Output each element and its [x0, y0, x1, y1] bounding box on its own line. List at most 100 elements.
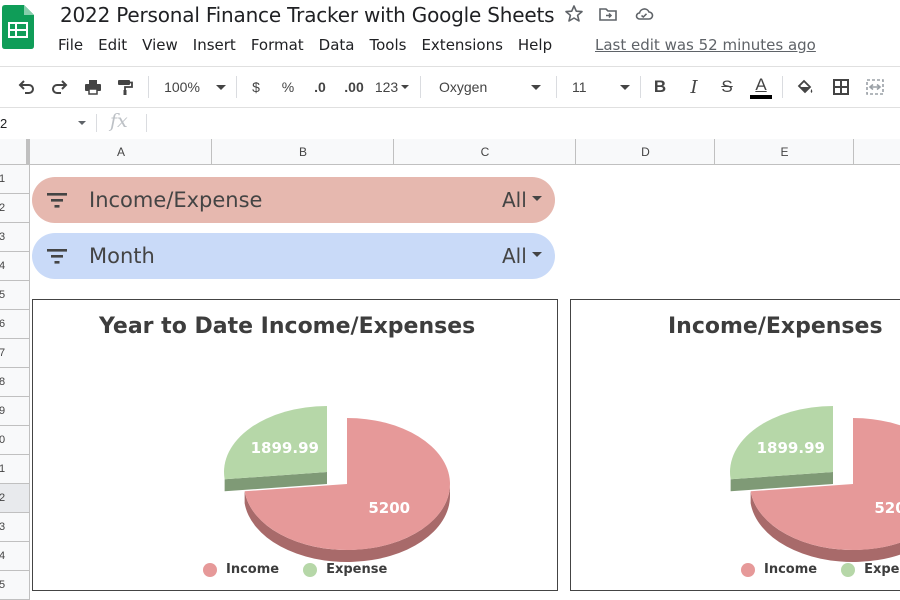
print-icon[interactable] [80, 67, 106, 107]
toolbar-divider [782, 76, 783, 98]
menu-extensions[interactable]: Extensions [421, 36, 502, 56]
star-icon[interactable] [564, 4, 584, 24]
paint-format-icon[interactable] [112, 67, 138, 107]
formula-input[interactable] [156, 107, 896, 139]
cloud-saved-icon[interactable] [634, 4, 654, 24]
formula-divider [96, 114, 97, 132]
slicer-label: Month [89, 244, 155, 268]
legend-label-expense: Expense [864, 562, 900, 577]
menu-help[interactable]: Help [518, 36, 552, 56]
formula-bar: 2 fx [0, 107, 900, 140]
chevron-down-icon [215, 84, 226, 90]
fx-icon: fx [110, 110, 128, 132]
bold-button[interactable]: B [648, 67, 672, 107]
slicer-month[interactable]: Month All [32, 233, 555, 279]
column-header-b[interactable]: B [211, 139, 394, 164]
slicer-income-expense[interactable]: Income/Expense All [32, 177, 555, 223]
pie-slice-expense[interactable]: 1899.99 [224, 406, 327, 492]
column-header-d[interactable]: D [575, 139, 715, 164]
column-header-e[interactable]: E [714, 139, 854, 164]
row-header-bar: 1 2 3 4 5 6 7 8 9 0 1 2 3 4 5 [0, 165, 30, 600]
italic-button[interactable]: I [682, 67, 706, 107]
chevron-down-icon [620, 84, 630, 90]
fill-color-icon[interactable] [792, 67, 818, 107]
text-color-label: A [755, 74, 767, 94]
column-header-a[interactable]: A [29, 139, 212, 164]
toolbar-divider [556, 76, 557, 98]
merge-cells-icon[interactable] [862, 67, 888, 107]
row-header[interactable]: 0 [0, 426, 29, 455]
increase-decimal-button[interactable]: .00 [337, 67, 371, 107]
currency-format-button[interactable]: $ [244, 67, 268, 107]
font-select[interactable]: Oxygen [432, 67, 547, 107]
row-header[interactable]: 7 [0, 339, 29, 368]
pie-data-label: 5200 [368, 499, 410, 517]
font-size-select[interactable]: 11 [564, 67, 634, 107]
toolbar: 100% $ % .0 .00 123 Oxygen 11 B I S A [0, 66, 900, 108]
legend-swatch-income [741, 562, 755, 577]
pie-data-label: 5200 [874, 499, 900, 517]
strikethrough-button[interactable]: S [715, 67, 739, 107]
undo-icon[interactable] [14, 67, 40, 107]
move-folder-icon[interactable] [598, 4, 618, 24]
column-header-c[interactable]: C [393, 139, 576, 164]
row-header[interactable]: 6 [0, 310, 29, 339]
chevron-down-icon [401, 85, 410, 89]
name-box[interactable]: 2 [0, 107, 92, 139]
row-header[interactable]: 2 [0, 194, 29, 223]
document-title[interactable]: 2022 Personal Finance Tracker with Googl… [60, 2, 555, 28]
row-header[interactable]: 8 [0, 368, 29, 397]
row-header[interactable]: 1 [0, 455, 29, 484]
column-header-f[interactable] [853, 139, 900, 164]
slicer-value[interactable]: All [502, 188, 527, 212]
menu-view[interactable]: View [142, 36, 178, 56]
legend-label-expense: Expense [326, 562, 388, 577]
menu-insert[interactable]: Insert [193, 36, 236, 56]
borders-icon[interactable] [828, 67, 854, 107]
toolbar-divider [640, 76, 641, 98]
menu-file[interactable]: File [58, 36, 83, 56]
sheets-logo-icon[interactable] [2, 5, 34, 49]
slicer-value[interactable]: All [502, 244, 527, 268]
row-header[interactable]: 4 [0, 252, 29, 281]
last-edit-link[interactable]: Last edit was 52 minutes ago [595, 36, 816, 54]
row-header[interactable]: 2 [0, 484, 29, 513]
row-header[interactable]: 5 [0, 571, 29, 600]
row-header[interactable]: 1 [0, 165, 29, 194]
pie-chart: 1899.99 5200 [730, 406, 900, 562]
redo-icon[interactable] [46, 67, 72, 107]
row-header[interactable]: 3 [0, 513, 29, 542]
row-header[interactable]: 9 [0, 397, 29, 426]
font-size-value: 11 [572, 79, 587, 95]
decrease-decimal-button[interactable]: .0 [305, 67, 335, 107]
percent-format-button[interactable]: % [276, 67, 300, 107]
slicer-label: Income/Expense [89, 188, 263, 212]
chart-ytd-income-expenses[interactable]: Year to Date Income/Expenses 1899.99 5200… [32, 299, 558, 591]
pie-slice-expense[interactable]: 1899.99 [730, 406, 833, 492]
chevron-down-icon[interactable] [532, 196, 542, 201]
text-color-swatch [750, 94, 772, 99]
pie-data-label: 1899.99 [251, 439, 319, 457]
row-header[interactable]: 5 [0, 281, 29, 310]
number-format-select[interactable]: 123 [372, 67, 412, 107]
menu-format[interactable]: Format [251, 36, 304, 56]
row-header[interactable]: 4 [0, 542, 29, 571]
chevron-down-icon[interactable] [532, 252, 542, 257]
row-header[interactable]: 3 [0, 223, 29, 252]
menu-edit[interactable]: Edit [98, 36, 127, 56]
toolbar-divider [420, 76, 421, 98]
legend-swatch-expense [303, 562, 318, 577]
select-all-corner[interactable] [0, 139, 29, 164]
number-format-label: 123 [374, 79, 399, 95]
text-color-button[interactable]: A [748, 67, 774, 107]
legend-swatch-income [203, 562, 217, 577]
menu-tools[interactable]: Tools [370, 36, 407, 56]
column-header-bar: A B C D E [0, 139, 900, 165]
menu-data[interactable]: Data [319, 36, 355, 56]
pie-data-label: 1899.99 [757, 439, 825, 457]
chart-income-expenses[interactable]: Income/Expenses 1899.995200 Income Expen… [570, 299, 900, 591]
zoom-select[interactable]: 100% [160, 67, 230, 107]
legend-label-income: Income [226, 562, 280, 577]
filter-icon [47, 249, 67, 264]
toolbar-divider [236, 76, 237, 98]
